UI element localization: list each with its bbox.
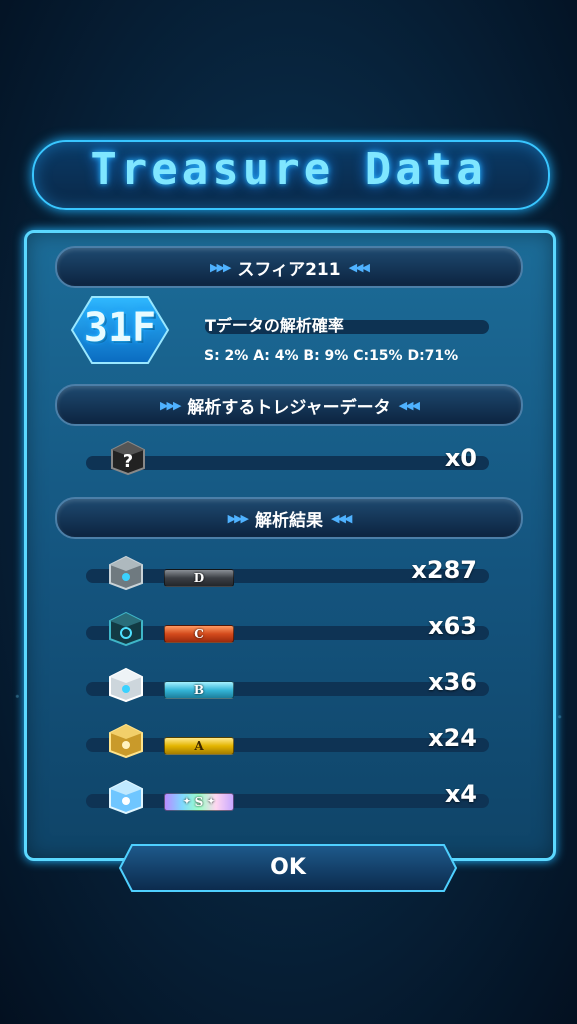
- grade-badge-c: C: [164, 625, 234, 643]
- analyze-row-track: [86, 456, 489, 470]
- sphere-header: ▶▶▶ スフィア211 ◀◀◀: [55, 246, 523, 288]
- arrows-right-icon: ▶▶▶: [227, 511, 249, 525]
- page-title: Treasure Data: [90, 144, 487, 195]
- sphere-label: スフィア211: [237, 259, 341, 280]
- sparkle-icon: ✦: [207, 797, 215, 807]
- svg-text:?: ?: [123, 451, 133, 472]
- result-count-b: x36: [428, 668, 477, 696]
- result-count-d: x287: [411, 556, 477, 584]
- white-cube-icon: [109, 667, 143, 703]
- silver-cube-icon: [109, 555, 143, 591]
- results-header: ▶▶▶ 解析結果 ◀◀◀: [55, 497, 523, 539]
- analyze-label: 解析するトレジャーデータ: [187, 397, 391, 418]
- arrows-right-icon: ▶▶▶: [160, 398, 181, 412]
- question-cube-icon: ?: [111, 440, 145, 476]
- arrows-left-icon: ◀◀◀: [398, 398, 420, 412]
- dark-teal-cube-icon: [109, 611, 143, 647]
- analyze-header: ▶▶▶ 解析するトレジャーデータ ◀◀◀: [55, 384, 523, 426]
- grade-badge-a: A: [164, 737, 234, 755]
- floor-number: 31F: [83, 305, 157, 351]
- analysis-rate-values: S: 2% A: 4% B: 9% C:15% D:71%: [204, 348, 459, 364]
- grade-badge-b: B: [164, 681, 234, 699]
- ok-button[interactable]: OK: [118, 843, 458, 893]
- result-count-s: x4: [444, 780, 477, 808]
- result-count-c: x63: [428, 612, 477, 640]
- arrows-left-icon: ◀◀◀: [331, 511, 352, 525]
- arrows-left-icon: ◀◀◀: [348, 260, 370, 274]
- sparkle-icon: ✦: [183, 797, 191, 807]
- results-label: 解析結果: [255, 510, 323, 531]
- grade-badge-d: D: [164, 569, 234, 587]
- analyze-count: x0: [444, 444, 477, 472]
- result-count-a: x24: [428, 724, 477, 752]
- grade-label-s: S: [194, 795, 204, 809]
- arrows-right-icon: ▶▶▶: [210, 260, 231, 274]
- analysis-rate-label: Tデータの解析確率: [205, 316, 344, 335]
- result-row-track: [86, 794, 489, 808]
- grade-badge-s: ✦ S ✦: [164, 793, 234, 811]
- crystal-cube-icon: [109, 779, 143, 815]
- gold-cube-icon: [109, 723, 143, 759]
